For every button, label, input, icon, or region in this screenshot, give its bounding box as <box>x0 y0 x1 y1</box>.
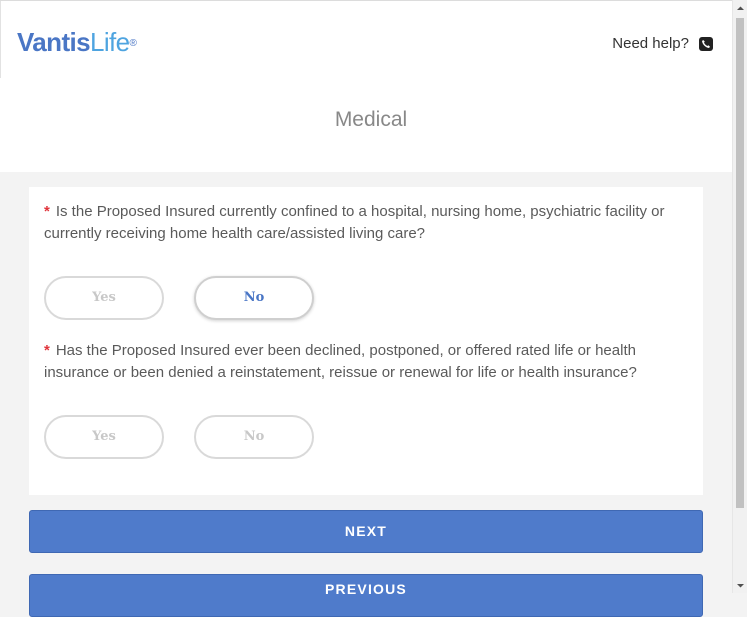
phone-icon[interactable] <box>699 36 713 51</box>
required-marker: * <box>44 203 50 220</box>
logo-registered-mark: ® <box>129 38 137 49</box>
page-title: Medical <box>334 108 408 131</box>
need-help-link[interactable]: Need help? <box>612 35 713 52</box>
scroll-up-arrow-icon[interactable] <box>733 1 747 16</box>
confined-yes-button[interactable]: Yes <box>44 276 164 320</box>
scroll-down-arrow-icon[interactable] <box>733 578 747 593</box>
question-text: Has the Proposed Insured ever been decli… <box>44 342 637 381</box>
scroll-thumb[interactable] <box>736 18 744 508</box>
question-declined: * Has the Proposed Insured ever been decl… <box>44 340 689 384</box>
question-text: Is the Proposed Insured currently confin… <box>44 203 665 242</box>
next-button[interactable]: NEXT <box>29 510 703 553</box>
vantis-life-logo[interactable]: VantisLife® <box>17 27 137 57</box>
previous-button[interactable]: PREVIOUS <box>29 574 703 617</box>
need-help-label: Need help? <box>612 35 689 52</box>
title-band: Medical <box>0 78 732 172</box>
question-confined: * Is the Proposed Insured currently confi… <box>44 201 689 245</box>
logo-vantis-text: Vantis <box>17 27 91 57</box>
vertical-scrollbar[interactable] <box>732 0 747 593</box>
required-marker: * <box>44 342 50 359</box>
logo-life-text: Life <box>90 27 130 57</box>
declined-yes-button[interactable]: Yes <box>44 415 164 459</box>
confined-no-button[interactable]: No <box>194 276 314 320</box>
site-header: VantisLife® Need help? <box>0 1 733 78</box>
declined-no-button[interactable]: No <box>194 415 314 459</box>
questions-card: * Is the Proposed Insured currently confi… <box>29 187 703 495</box>
